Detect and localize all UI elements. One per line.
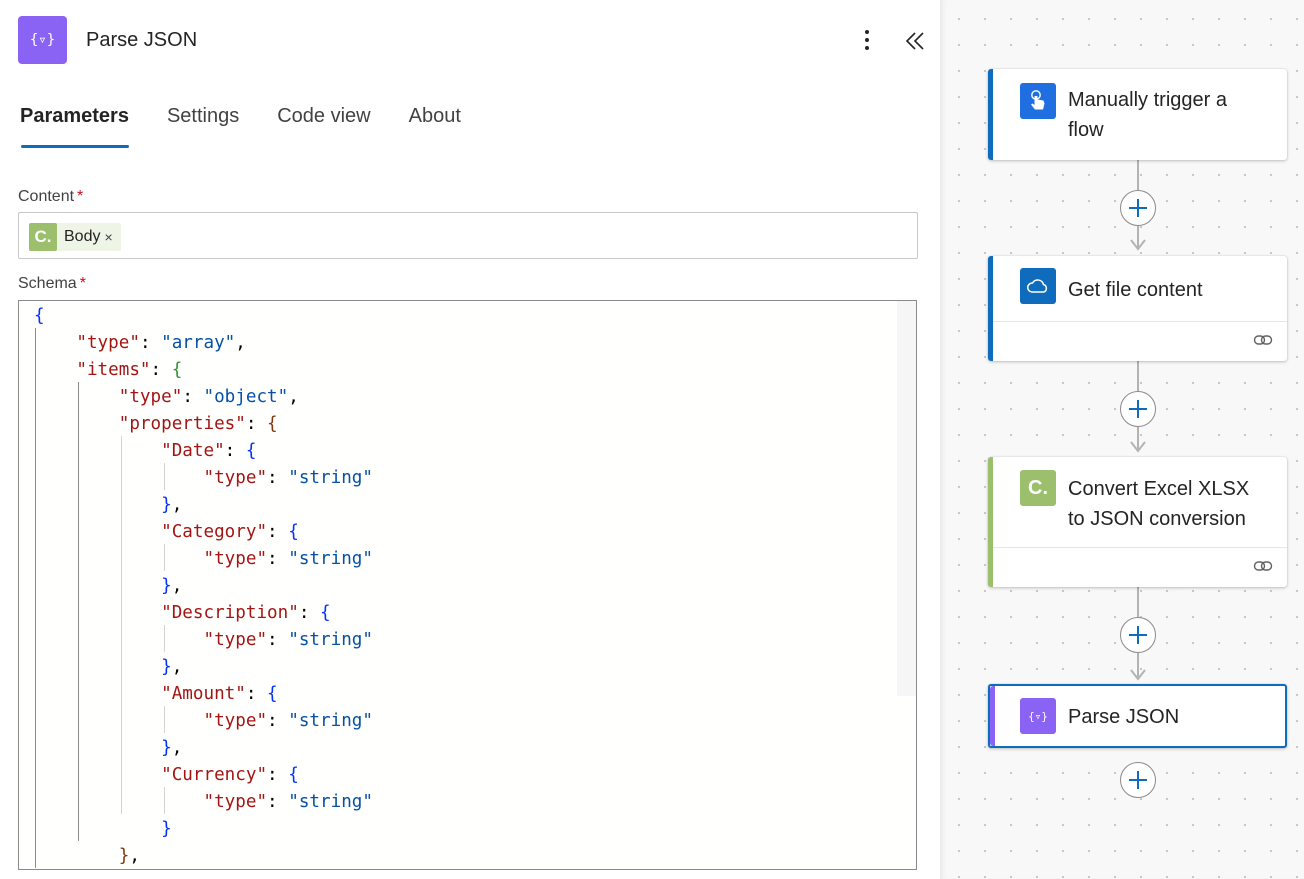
code-line: "Date": { xyxy=(161,441,257,461)
card-title-line: to JSON conversion xyxy=(1068,508,1246,530)
code-line: "items": { xyxy=(76,360,183,380)
tab-code-view[interactable]: Code view xyxy=(277,100,370,150)
encodian-c-icon: C. xyxy=(29,223,57,251)
parse-json-glyph: {▿} xyxy=(29,32,56,48)
plus-icon xyxy=(1129,771,1147,789)
card-title: Get file content xyxy=(1068,279,1203,301)
link-icon[interactable] xyxy=(1253,333,1273,347)
add-step-button[interactable] xyxy=(1120,762,1156,798)
dot xyxy=(865,30,869,34)
code-line: "type": "string" xyxy=(203,792,373,812)
flow-card-manual-trigger[interactable]: Manually trigger a flow xyxy=(988,69,1287,160)
onedrive-cloud-icon xyxy=(1020,268,1056,304)
add-step-button[interactable] xyxy=(1120,391,1156,427)
connector-line xyxy=(1137,587,1139,617)
panel-header: {▿} Parse JSON xyxy=(18,16,928,64)
hand-pointer-glyph xyxy=(1031,90,1045,110)
content-input[interactable]: C. Body × xyxy=(18,212,918,259)
remove-token-button[interactable]: × xyxy=(104,229,112,245)
code-line: } xyxy=(161,819,172,839)
code-line: }, xyxy=(118,846,140,866)
card-accent-bar xyxy=(988,457,993,587)
card-title: Convert Excel XLSX to JSON conversion xyxy=(1068,474,1249,534)
connector-line xyxy=(1137,160,1139,190)
body-token[interactable]: C. Body × xyxy=(29,223,121,251)
token-label: Body xyxy=(64,228,101,245)
touch-trigger-icon xyxy=(1020,83,1056,119)
code-line: }, xyxy=(161,495,183,515)
code-line: }, xyxy=(161,738,183,758)
content-label: Content * xyxy=(18,188,83,206)
dot xyxy=(865,38,869,42)
card-accent-bar xyxy=(988,256,993,361)
code-line: "type": "string" xyxy=(203,468,373,488)
card-title-line: Manually trigger a xyxy=(1068,89,1227,111)
card-footer xyxy=(993,321,1287,322)
collapse-panel-button[interactable] xyxy=(902,28,928,54)
card-accent-bar xyxy=(988,69,993,160)
flow-canvas: Manually trigger a flow Get file content… xyxy=(940,0,1304,879)
schema-editor[interactable]: { "type": "array", "items": { "type": "o… xyxy=(18,300,917,870)
action-details-panel: {▿} Parse JSON Parameters Settings Code … xyxy=(0,0,940,879)
code-line: "Description": { xyxy=(161,603,331,623)
more-options-button[interactable] xyxy=(856,26,878,54)
content-label-text: Content xyxy=(18,188,75,205)
panel-title: Parse JSON xyxy=(86,29,198,51)
card-title: Manually trigger a flow xyxy=(1068,85,1227,145)
required-mark: * xyxy=(77,188,84,205)
schema-label-text: Schema xyxy=(18,275,77,292)
tab-list: Parameters Settings Code view About xyxy=(20,100,499,150)
plus-icon xyxy=(1129,400,1147,418)
code-line: { xyxy=(34,306,45,326)
flow-card-convert-excel[interactable]: C. Convert Excel XLSX to JSON conversion xyxy=(988,457,1287,587)
add-step-button[interactable] xyxy=(1120,617,1156,653)
code-line: "properties": { xyxy=(118,414,278,434)
arrow-down-icon xyxy=(1130,441,1146,453)
plus-icon xyxy=(1129,199,1147,217)
card-title: Parse JSON xyxy=(1068,706,1180,728)
schema-code[interactable]: { "type": "array", "items": { "type": "o… xyxy=(19,301,899,869)
code-line: "type": "string" xyxy=(203,711,373,731)
schema-label: Schema * xyxy=(18,275,86,293)
code-line: "type": "string" xyxy=(203,630,373,650)
tab-parameters[interactable]: Parameters xyxy=(20,100,129,150)
code-line: "Amount": { xyxy=(161,684,278,704)
card-footer xyxy=(993,547,1287,548)
code-line: }, xyxy=(161,576,183,596)
double-chevron-left-icon xyxy=(905,32,924,50)
flow-card-get-file-content[interactable]: Get file content xyxy=(988,256,1287,361)
code-line: "Currency": { xyxy=(161,765,299,785)
parse-json-icon: {▿} xyxy=(1020,698,1056,734)
card-accent-bar xyxy=(990,686,995,746)
code-line: "type": "string" xyxy=(203,549,373,569)
card-title-line: flow xyxy=(1068,119,1104,141)
plus-icon xyxy=(1129,626,1147,644)
add-step-button[interactable] xyxy=(1120,190,1156,226)
code-line: "type": "object", xyxy=(118,387,299,407)
arrow-down-icon xyxy=(1130,239,1146,251)
code-line: "type": "array", xyxy=(76,333,246,353)
link-icon[interactable] xyxy=(1253,559,1273,573)
tab-about[interactable]: About xyxy=(409,100,461,150)
connector-line xyxy=(1137,361,1139,391)
tab-settings[interactable]: Settings xyxy=(167,100,239,150)
code-line: }, xyxy=(161,657,183,677)
flow-card-parse-json[interactable]: {▿} Parse JSON xyxy=(988,684,1287,748)
arrow-down-icon xyxy=(1130,669,1146,681)
parse-json-icon: {▿} xyxy=(18,16,67,64)
cloud-glyph xyxy=(1027,279,1048,293)
dot xyxy=(865,46,869,50)
required-mark: * xyxy=(79,275,86,292)
code-line: "Category": { xyxy=(161,522,299,542)
editor-scrollbar[interactable] xyxy=(897,301,916,696)
encodian-c-icon: C. xyxy=(1020,470,1056,506)
card-title-line: Convert Excel XLSX xyxy=(1068,478,1250,500)
